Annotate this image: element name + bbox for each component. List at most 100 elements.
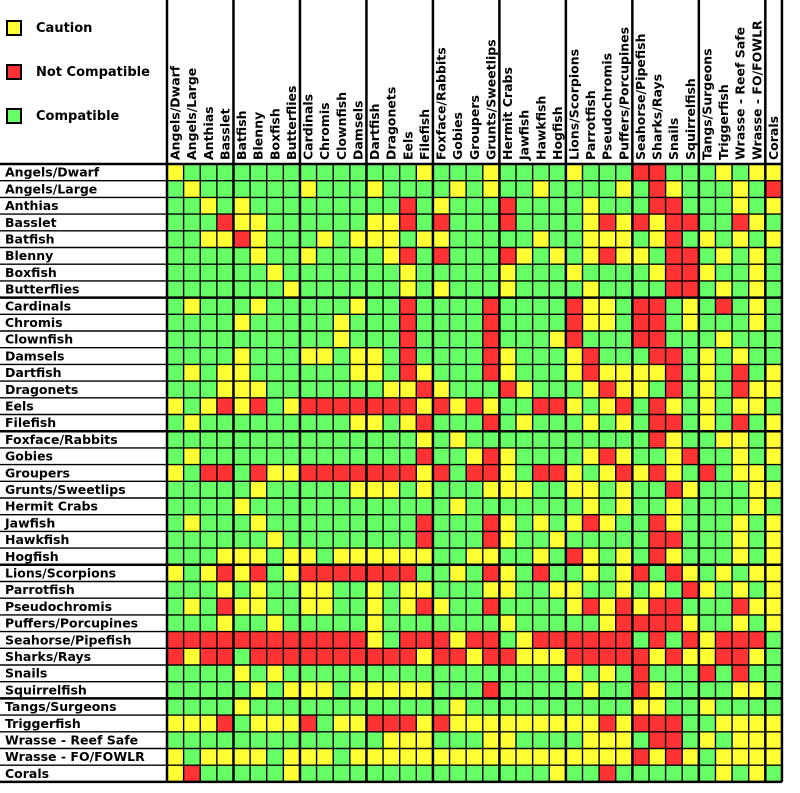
cell-8-3 (216, 297, 234, 315)
cell-6-5 (250, 264, 267, 281)
cell-11-13 (383, 347, 400, 365)
cell-9-27 (615, 314, 633, 331)
cell-32-12 (366, 698, 384, 716)
cell-28-33 (715, 631, 733, 649)
cell-13-28 (632, 381, 649, 398)
cell-15-29 (648, 414, 666, 432)
cell-4-7 (283, 230, 300, 248)
cell-35-10 (333, 748, 350, 766)
cell-31-20 (499, 681, 517, 699)
cell-6-18 (466, 264, 483, 281)
cell-23-8 (299, 548, 317, 565)
cell-32-23 (549, 698, 566, 716)
cell-36-17 (449, 765, 467, 782)
cell-34-25 (582, 731, 600, 749)
cell-25-11 (349, 581, 367, 599)
cell-3-1 (183, 214, 201, 231)
cell-12-29 (648, 364, 666, 382)
cell-31-31 (682, 681, 699, 699)
cell-2-10 (333, 197, 350, 215)
cell-36-1 (183, 765, 201, 782)
cell-2-3 (216, 197, 234, 215)
cell-6-17 (449, 264, 467, 281)
cell-12-3 (216, 364, 234, 382)
cell-17-11 (349, 447, 367, 465)
cell-19-22 (532, 481, 550, 498)
cell-18-22 (532, 464, 550, 482)
cell-30-4 (233, 665, 251, 682)
cell-24-29 (648, 564, 666, 582)
cell-15-28 (632, 414, 649, 432)
cell-35-25 (582, 748, 600, 766)
cell-22-16 (432, 531, 450, 549)
cell-30-34 (732, 665, 749, 682)
cell-12-13 (383, 364, 400, 382)
cell-23-36 (765, 548, 782, 565)
cell-36-15 (416, 765, 433, 782)
cell-2-20 (499, 197, 517, 215)
row-label: Wrasse - Reef Safe (5, 733, 138, 748)
cell-16-4 (233, 431, 251, 448)
cell-30-3 (216, 665, 234, 682)
cell-17-6 (266, 447, 284, 465)
cell-26-22 (532, 598, 550, 615)
cell-19-36 (765, 481, 782, 498)
cell-32-4 (233, 698, 251, 716)
cell-29-12 (366, 648, 384, 665)
cell-18-26 (599, 464, 616, 482)
cell-18-23 (549, 464, 566, 482)
cell-33-4 (233, 715, 251, 732)
cell-28-35 (748, 631, 766, 649)
cell-30-26 (599, 665, 616, 682)
cell-9-16 (432, 314, 450, 331)
cell-33-30 (665, 715, 683, 732)
cell-31-23 (549, 681, 566, 699)
cell-21-35 (748, 514, 766, 532)
cell-32-27 (615, 698, 633, 716)
cell-0-9 (316, 164, 334, 181)
cell-26-26 (599, 598, 616, 615)
cell-22-5 (250, 531, 267, 549)
cell-14-17 (449, 397, 467, 415)
cell-10-21 (516, 331, 533, 348)
cell-11-29 (648, 347, 666, 365)
cell-7-15 (416, 280, 433, 298)
cell-22-23 (549, 531, 566, 549)
column-label: Filefish (417, 109, 432, 160)
cell-31-26 (599, 681, 616, 699)
cell-33-33 (715, 715, 733, 732)
cell-35-35 (748, 748, 766, 766)
cell-16-11 (349, 431, 367, 448)
cell-26-34 (732, 598, 749, 615)
cell-7-2 (200, 280, 217, 298)
column-label: Pseudochromis (600, 53, 615, 160)
row-label: Squirrelfish (5, 682, 87, 697)
cell-0-2 (200, 164, 217, 181)
cell-4-33 (715, 230, 733, 248)
cell-36-33 (715, 765, 733, 782)
cell-1-8 (299, 180, 317, 198)
cell-27-15 (416, 614, 433, 632)
cell-7-26 (599, 280, 616, 298)
cell-8-22 (532, 297, 550, 315)
cell-0-25 (582, 164, 600, 181)
cell-28-18 (466, 631, 483, 649)
cell-31-18 (466, 681, 483, 699)
cell-13-22 (532, 381, 550, 398)
cell-35-4 (233, 748, 251, 766)
cell-26-25 (582, 598, 600, 615)
cell-32-14 (399, 698, 417, 716)
cell-21-22 (532, 514, 550, 532)
cell-9-11 (349, 314, 367, 331)
cell-32-18 (466, 698, 483, 716)
cell-0-30 (665, 164, 683, 181)
cell-35-18 (466, 748, 483, 766)
cell-36-4 (233, 765, 251, 782)
cell-27-35 (748, 614, 766, 632)
column-label: Butterflies (284, 86, 299, 161)
cell-27-28 (632, 614, 649, 632)
cell-11-35 (748, 347, 766, 365)
cell-8-17 (449, 297, 467, 315)
cell-18-2 (200, 464, 217, 482)
cell-6-36 (765, 264, 782, 281)
